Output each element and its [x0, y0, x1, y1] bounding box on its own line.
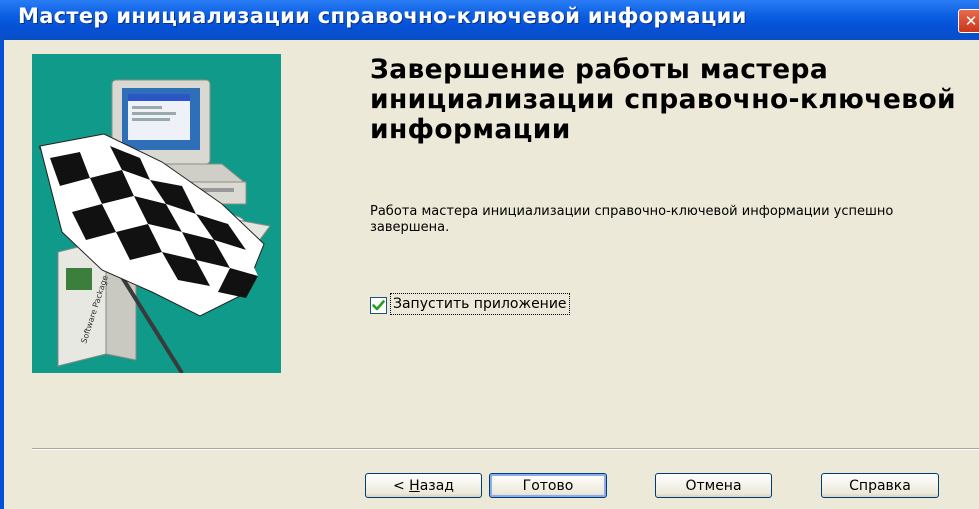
close-button[interactable]: ✕ — [958, 9, 979, 33]
help-button[interactable]: Справка — [821, 473, 939, 498]
window-left-border — [0, 40, 4, 509]
launch-app-checkbox[interactable] — [370, 297, 387, 314]
finish-button[interactable]: Готово — [489, 473, 607, 498]
back-button-rest: азад — [419, 478, 454, 494]
back-button[interactable]: < Назад — [365, 473, 482, 498]
window-title: Мастер инициализации справочно-ключевой … — [18, 4, 747, 28]
back-button-prefix: < — [392, 478, 410, 494]
help-button-label: Справка — [849, 478, 911, 494]
title-bar[interactable]: Мастер инициализации справочно-ключевой … — [0, 0, 979, 40]
back-button-accel: Н — [409, 478, 420, 494]
wizard-illustration: Software Package — [32, 54, 281, 373]
checkmark-icon — [372, 300, 385, 311]
completion-message: Работа мастера инициализации справочно-к… — [370, 204, 894, 235]
finish-button-label: Готово — [522, 478, 574, 494]
button-separator — [32, 448, 979, 450]
launch-app-checkbox-label[interactable]: Запустить приложение — [390, 293, 570, 315]
wizard-window: Мастер инициализации справочно-ключевой … — [0, 0, 979, 509]
page-title: Завершение работы мастера инициализации … — [370, 54, 957, 145]
cancel-button[interactable]: Отмена — [655, 473, 772, 498]
cancel-button-label: Отмена — [685, 478, 742, 494]
close-icon: ✕ — [964, 12, 978, 30]
